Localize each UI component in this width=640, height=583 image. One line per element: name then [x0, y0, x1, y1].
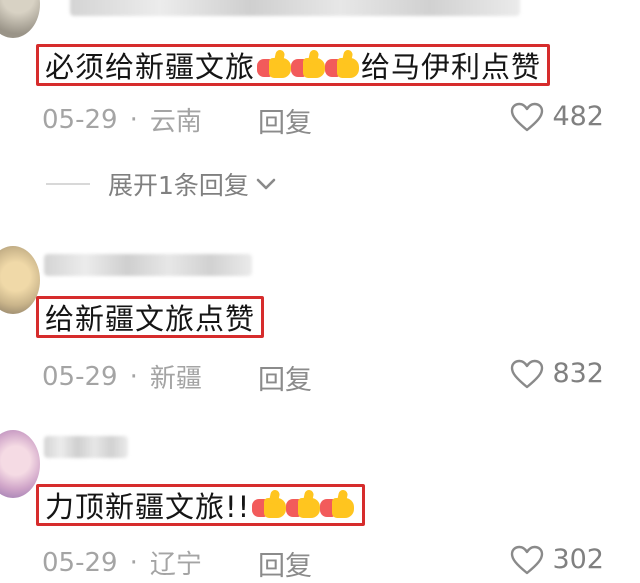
chevron-down-icon — [256, 178, 276, 190]
comment-content-highlight: 必须给新疆文旅 给马伊利点赞 — [36, 44, 551, 86]
avatar[interactable] — [0, 246, 40, 314]
expand-replies-label: 展开1条回复 — [108, 171, 249, 200]
thumbs-up-emoji-icon — [320, 489, 358, 520]
like-count: 832 — [552, 358, 604, 389]
comment-text: 必须给新疆文旅 — [45, 50, 256, 84]
comment-content-highlight: 力顶新疆文旅!! — [36, 484, 366, 526]
thumbs-up-emoji-icon — [325, 49, 363, 80]
like-count: 482 — [552, 101, 604, 132]
thumbs-up-emoji-icon — [252, 489, 290, 520]
comment-text: 给新疆文旅点赞 — [45, 302, 256, 336]
username-blurred[interactable] — [44, 254, 252, 276]
heart-outline-icon — [511, 102, 544, 131]
thumbs-up-emoji-icon — [257, 49, 295, 80]
reply-button[interactable]: 回复 — [258, 101, 312, 140]
like-button[interactable]: 832 — [510, 358, 604, 389]
comment-location: 云南 — [149, 107, 202, 137]
thumbs-up-emoji-icon — [286, 489, 324, 520]
avatar[interactable] — [0, 430, 40, 498]
thumbs-up-emoji-group — [257, 49, 360, 80]
meta-separator: · — [129, 547, 138, 578]
avatar[interactable] — [0, 0, 40, 38]
heart-outline-icon — [511, 545, 544, 574]
divider-line — [46, 183, 90, 185]
reply-button[interactable]: 回复 — [258, 544, 312, 583]
meta-separator: · — [129, 104, 138, 135]
comment-date: 05-29 — [42, 361, 118, 392]
like-count: 302 — [552, 544, 604, 575]
thumbs-up-emoji-group — [252, 489, 355, 520]
comment-location: 辽宁 — [149, 550, 202, 580]
comment-content-highlight: 给新疆文旅点赞 — [36, 296, 265, 338]
thumbs-up-emoji-icon — [291, 49, 329, 80]
comment-text-suffix: 给马伊利点赞 — [361, 50, 542, 84]
comment-text: 力顶新疆文旅!! — [45, 490, 251, 524]
like-button[interactable]: 302 — [510, 544, 604, 575]
heart-outline-icon — [511, 359, 544, 388]
reply-button[interactable]: 回复 — [258, 358, 312, 397]
comment-meta: 05-29 · 辽宁 — [42, 544, 202, 581]
meta-separator: · — [129, 361, 138, 392]
username-blurred[interactable] — [70, 0, 520, 16]
comment-meta: 05-29 · 新疆 — [42, 358, 202, 395]
comment-date: 05-29 — [42, 104, 118, 135]
comment-meta: 05-29 · 云南 — [42, 101, 202, 138]
expand-replies-button[interactable]: 展开1条回复 — [46, 166, 277, 202]
username-blurred[interactable] — [44, 436, 128, 458]
like-button[interactable]: 482 — [510, 101, 604, 132]
comment-date: 05-29 — [42, 547, 118, 578]
comment-location: 新疆 — [149, 364, 202, 394]
